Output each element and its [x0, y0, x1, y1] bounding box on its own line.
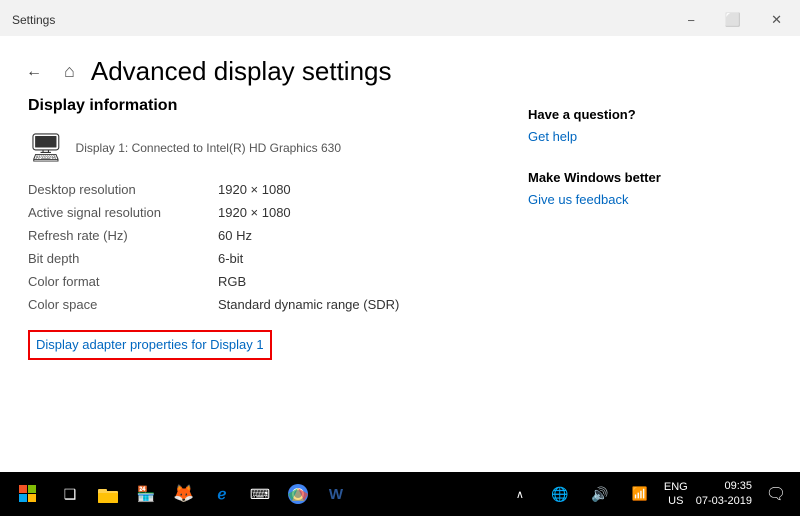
- language-indicator: ENG US: [664, 480, 688, 509]
- windows-logo-icon: [19, 485, 37, 503]
- feedback-heading: Make Windows better: [528, 170, 748, 185]
- input-icon[interactable]: ⌨: [244, 478, 276, 510]
- info-label: Bit depth: [28, 247, 218, 270]
- table-row: Color spaceStandard dynamic range (SDR): [28, 293, 508, 316]
- info-table: Desktop resolution1920 × 1080Active sign…: [28, 178, 508, 316]
- taskbar-right: ∧ 🌐 🔊 📶 ENG US 09:35 07-03-2019 🗨: [504, 478, 792, 510]
- monitor-icon: 🖥: [28, 131, 64, 164]
- info-label: Active signal resolution: [28, 201, 218, 224]
- info-value: 1920 × 1080: [218, 201, 508, 224]
- title-bar-controls: − ⬜ ✕: [681, 10, 788, 30]
- taskbar-clock[interactable]: 09:35 07-03-2019: [696, 479, 752, 510]
- network-icon[interactable]: 🌐: [544, 478, 576, 510]
- info-label: Desktop resolution: [28, 178, 218, 201]
- edge-icon[interactable]: ℯ: [206, 478, 238, 510]
- table-row: Refresh rate (Hz)60 Hz: [28, 224, 508, 247]
- page-title: Advanced display settings: [91, 56, 392, 87]
- info-value: 6-bit: [218, 247, 508, 270]
- taskbar-date: 07-03-2019: [696, 494, 752, 509]
- taskbar-time: 09:35: [696, 479, 752, 494]
- store-icon[interactable]: 🏪: [130, 478, 162, 510]
- close-button[interactable]: ✕: [765, 10, 788, 30]
- main-content: Display information 🖥 Display 1: Connect…: [0, 97, 800, 472]
- right-column: Have a question? Get help Make Windows b…: [528, 97, 748, 472]
- info-label: Color space: [28, 293, 218, 316]
- notification-icon[interactable]: 🗨: [760, 478, 792, 510]
- info-value: Standard dynamic range (SDR): [218, 293, 508, 316]
- display-label: Display 1: Connected to Intel(R) HD Grap…: [76, 141, 341, 155]
- taskbar-left: ❑ 🏪 🦊 ℯ ⌨ W: [8, 474, 352, 514]
- adapter-link-container: Display adapter properties for Display 1: [28, 330, 272, 360]
- help-heading: Have a question?: [528, 107, 748, 122]
- taskbar: ❑ 🏪 🦊 ℯ ⌨ W: [0, 472, 800, 516]
- info-label: Refresh rate (Hz): [28, 224, 218, 247]
- table-row: Bit depth6-bit: [28, 247, 508, 270]
- feedback-section: Make Windows better Give us feedback: [528, 170, 748, 209]
- task-view-icon[interactable]: ❑: [54, 478, 86, 510]
- table-row: Color formatRGB: [28, 270, 508, 293]
- info-value: 60 Hz: [218, 224, 508, 247]
- get-help-link[interactable]: Get help: [528, 129, 577, 144]
- page-header: ← ⌂ Advanced display settings: [0, 36, 800, 97]
- info-value: 1920 × 1080: [218, 178, 508, 201]
- restore-button[interactable]: ⬜: [719, 10, 747, 30]
- left-column: Display information 🖥 Display 1: Connect…: [28, 97, 508, 472]
- title-bar-title: Settings: [12, 13, 55, 27]
- system-tray-expand-icon[interactable]: ∧: [504, 478, 536, 510]
- minimize-button[interactable]: −: [681, 11, 701, 30]
- volume-icon[interactable]: 🔊: [584, 478, 616, 510]
- wifi-icon[interactable]: 📶: [624, 478, 656, 510]
- firefox-icon[interactable]: 🦊: [168, 478, 200, 510]
- content-area: ← ⌂ Advanced display settings Display in…: [0, 36, 800, 472]
- table-row: Desktop resolution1920 × 1080: [28, 178, 508, 201]
- feedback-link[interactable]: Give us feedback: [528, 192, 628, 207]
- chrome-icon[interactable]: [282, 478, 314, 510]
- help-section: Have a question? Get help: [528, 107, 748, 146]
- table-row: Active signal resolution1920 × 1080: [28, 201, 508, 224]
- home-icon[interactable]: ⌂: [64, 61, 75, 82]
- back-button[interactable]: ←: [20, 58, 48, 86]
- info-label: Color format: [28, 270, 218, 293]
- file-explorer-icon[interactable]: [92, 478, 124, 510]
- word-icon[interactable]: W: [320, 478, 352, 510]
- adapter-link[interactable]: Display adapter properties for Display 1: [36, 337, 264, 352]
- info-value: RGB: [218, 270, 508, 293]
- start-button[interactable]: [8, 474, 48, 514]
- title-bar-left: Settings: [12, 13, 55, 27]
- title-bar: Settings − ⬜ ✕: [0, 0, 800, 36]
- display-info-header: 🖥 Display 1: Connected to Intel(R) HD Gr…: [28, 131, 508, 164]
- section-title: Display information: [28, 97, 508, 115]
